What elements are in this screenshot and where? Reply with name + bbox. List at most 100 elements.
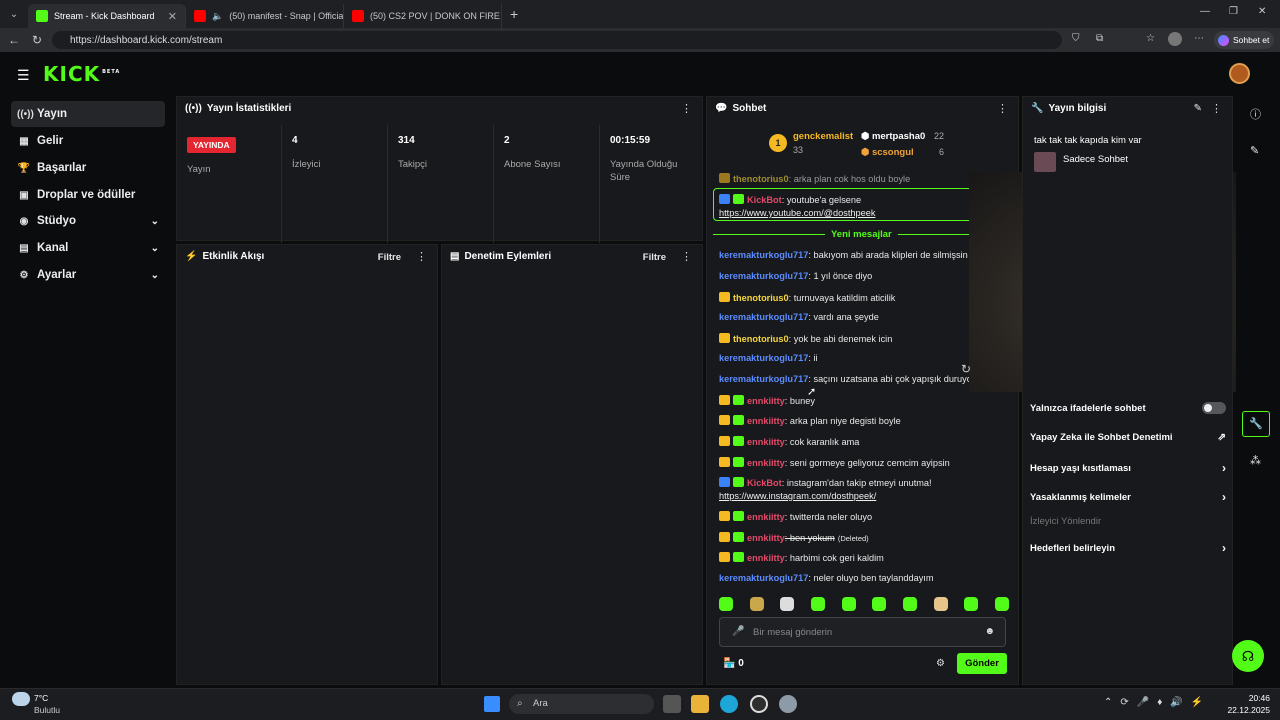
- chat-username[interactable]: thenotorius0: [733, 174, 789, 184]
- close-window-icon[interactable]: ✕: [1258, 6, 1266, 17]
- close-tab-icon[interactable]: ✕: [168, 10, 177, 23]
- chat-link[interactable]: https://www.youtube.com/@dosthpeek: [719, 208, 875, 218]
- taskbar-search[interactable]: ⌕ Ara: [509, 694, 654, 714]
- emote-only-chat-row[interactable]: Yalnızca ifadelerle sohbet: [1030, 402, 1226, 414]
- chat-username[interactable]: keremakturkoglu717: [719, 312, 808, 322]
- edge-icon[interactable]: [720, 695, 738, 713]
- chat-message: ennkiitty: twitterda neler oluyo: [719, 511, 872, 522]
- emote-icon[interactable]: [719, 597, 733, 611]
- hamburger-menu-icon[interactable]: ☰: [17, 67, 30, 84]
- undo-icon[interactable]: ↻: [961, 362, 971, 376]
- microphone-icon[interactable]: 🎤: [732, 626, 744, 637]
- tab-youtube-cs2[interactable]: (50) CS2 POV | DONK ON FIRE🔥 ✕: [344, 4, 502, 28]
- stream-category[interactable]: Sadece Sohbet: [1063, 154, 1128, 165]
- chat-username[interactable]: KickBot: [747, 195, 782, 205]
- copilot-button[interactable]: Sohbet et: [1214, 31, 1274, 49]
- chat-link[interactable]: https://www.instagram.com/dosthpeek/: [719, 491, 876, 501]
- support-chat-icon[interactable]: ☊: [1232, 640, 1264, 672]
- chat-username[interactable]: KickBot: [747, 478, 782, 488]
- settings-app-icon[interactable]: [779, 695, 797, 713]
- leader-name-2[interactable]: ⬢ mertpasha0: [861, 131, 925, 142]
- set-goals-row[interactable]: Hedefleri belirleyin ›: [1030, 541, 1226, 555]
- points-display[interactable]: 🏪 0: [723, 658, 744, 669]
- chat-username[interactable]: ennkiitty: [747, 437, 785, 447]
- send-button[interactable]: Gönder: [957, 653, 1007, 674]
- subscriber-badge-icon: [733, 552, 744, 562]
- tab-kick-dashboard[interactable]: Stream - Kick Dashboard ✕: [28, 4, 186, 28]
- emote-icon[interactable]: [780, 597, 795, 611]
- edit-icon[interactable]: ✎: [1194, 103, 1202, 114]
- tab-list-chevron-icon[interactable]: ⌄: [0, 9, 28, 20]
- filter-button[interactable]: Filtre: [378, 252, 401, 263]
- banned-words-row[interactable]: Yasaklanmış kelimeler ›: [1030, 490, 1226, 504]
- more-options-icon[interactable]: ⋮: [681, 102, 692, 115]
- more-menu-icon[interactable]: ⋯: [1194, 33, 1204, 44]
- more-options-icon[interactable]: ⋮: [681, 250, 692, 263]
- chat-username[interactable]: ennkiitty: [747, 533, 785, 543]
- emoji-icon[interactable]: ☻: [984, 626, 995, 637]
- minimize-icon[interactable]: —: [1200, 6, 1210, 17]
- emote-only-toggle[interactable]: [1202, 402, 1226, 414]
- tools-button[interactable]: 🔧: [1242, 411, 1270, 437]
- more-options-icon[interactable]: ⋮: [997, 102, 1008, 115]
- more-options-icon[interactable]: ⋮: [1211, 102, 1222, 115]
- chat-message: keremakturkoglu717: 1 yıl önce diyo: [719, 271, 872, 281]
- emote-icon[interactable]: [902, 597, 917, 611]
- chat-username[interactable]: keremakturkoglu717: [719, 250, 808, 260]
- more-options-icon[interactable]: ⋮: [416, 250, 427, 263]
- maximize-icon[interactable]: ❐: [1229, 6, 1238, 17]
- sidebar-item-yayin[interactable]: ((•)) Yayın: [11, 101, 165, 127]
- emote-icon[interactable]: [964, 597, 979, 611]
- ai-moderation-row[interactable]: Yapay Zeka ile Sohbet Denetimi ⇗: [1030, 432, 1226, 443]
- account-age-row[interactable]: Hesap yaşı kısıtlaması ›: [1030, 461, 1226, 475]
- chat-username[interactable]: thenotorius0: [733, 334, 789, 344]
- chat-username[interactable]: ennkiitty: [747, 416, 785, 426]
- chat-username[interactable]: thenotorius0: [733, 293, 789, 303]
- weather-icon[interactable]: [12, 692, 30, 706]
- profile-avatar[interactable]: [1168, 32, 1182, 46]
- task-view-icon[interactable]: [663, 695, 681, 713]
- chat-input[interactable]: 🎤 Bir mesaj gönderin ☻: [719, 617, 1006, 647]
- chat-username[interactable]: keremakturkoglu717: [719, 271, 808, 281]
- info-icon[interactable]: ⓘ: [1250, 106, 1261, 122]
- emote-icon[interactable]: [933, 597, 948, 611]
- windows-start-icon[interactable]: [484, 696, 500, 712]
- filter-button[interactable]: Filtre: [643, 252, 666, 263]
- chat-username[interactable]: ennkiitty: [747, 396, 785, 406]
- extensions-icon[interactable]: ⧉: [1096, 33, 1103, 44]
- chat-username[interactable]: ennkiitty: [747, 553, 785, 563]
- shield-icon[interactable]: ⛉: [1072, 33, 1080, 44]
- kick-logo[interactable]: KICK BETA: [43, 62, 120, 86]
- url-field[interactable]: https://dashboard.kick.com/stream: [52, 31, 1062, 49]
- chat-username[interactable]: ennkiitty: [747, 458, 785, 468]
- leader-name-3[interactable]: ⬢ scsongul: [861, 147, 914, 158]
- new-tab-icon[interactable]: +: [510, 6, 518, 22]
- sidebar-item-studyo[interactable]: ◉ Stüdyo ⌄: [11, 208, 165, 234]
- emote-icon[interactable]: [749, 597, 764, 611]
- share-icon[interactable]: ⁂: [1250, 454, 1261, 467]
- user-avatar[interactable]: [1229, 63, 1250, 84]
- emote-icon[interactable]: [872, 597, 887, 611]
- tab-youtube-manifest[interactable]: 🔈 (50) manifest - Snap | Official ✕: [186, 4, 344, 28]
- sidebar-item-droplar[interactable]: ▣ Droplar ve ödüller: [11, 182, 165, 208]
- emote-icon[interactable]: [841, 597, 856, 611]
- emote-icon[interactable]: [810, 597, 825, 611]
- chat-username[interactable]: keremakturkoglu717: [719, 374, 808, 384]
- chat-username[interactable]: ennkiitty: [747, 512, 785, 522]
- favorites-icon[interactable]: ☆: [1146, 33, 1155, 44]
- sidebar-item-ayarlar[interactable]: ⚙ Ayarlar ⌄: [11, 262, 165, 288]
- chat-username[interactable]: keremakturkoglu717: [719, 573, 808, 583]
- sidebar-item-kanal[interactable]: ▤ Kanal ⌄: [11, 235, 165, 261]
- leader-name[interactable]: genckemalist: [793, 131, 853, 142]
- back-icon[interactable]: ←: [8, 33, 20, 47]
- chat-settings-icon[interactable]: ⚙: [936, 658, 945, 669]
- file-explorer-icon[interactable]: [691, 695, 709, 713]
- obs-icon[interactable]: [750, 695, 768, 713]
- chat-username[interactable]: keremakturkoglu717: [719, 353, 808, 363]
- pencil-icon[interactable]: ✎: [1250, 144, 1259, 157]
- system-tray-icons[interactable]: ⌃⟳🎤♦🔊⚡: [1104, 697, 1211, 708]
- sidebar-item-basarilar[interactable]: 🏆 Başarılar: [11, 155, 165, 181]
- emote-icon[interactable]: [994, 597, 1009, 611]
- sidebar-item-gelir[interactable]: ▦ Gelir: [11, 128, 165, 154]
- refresh-icon[interactable]: ↻: [32, 33, 42, 47]
